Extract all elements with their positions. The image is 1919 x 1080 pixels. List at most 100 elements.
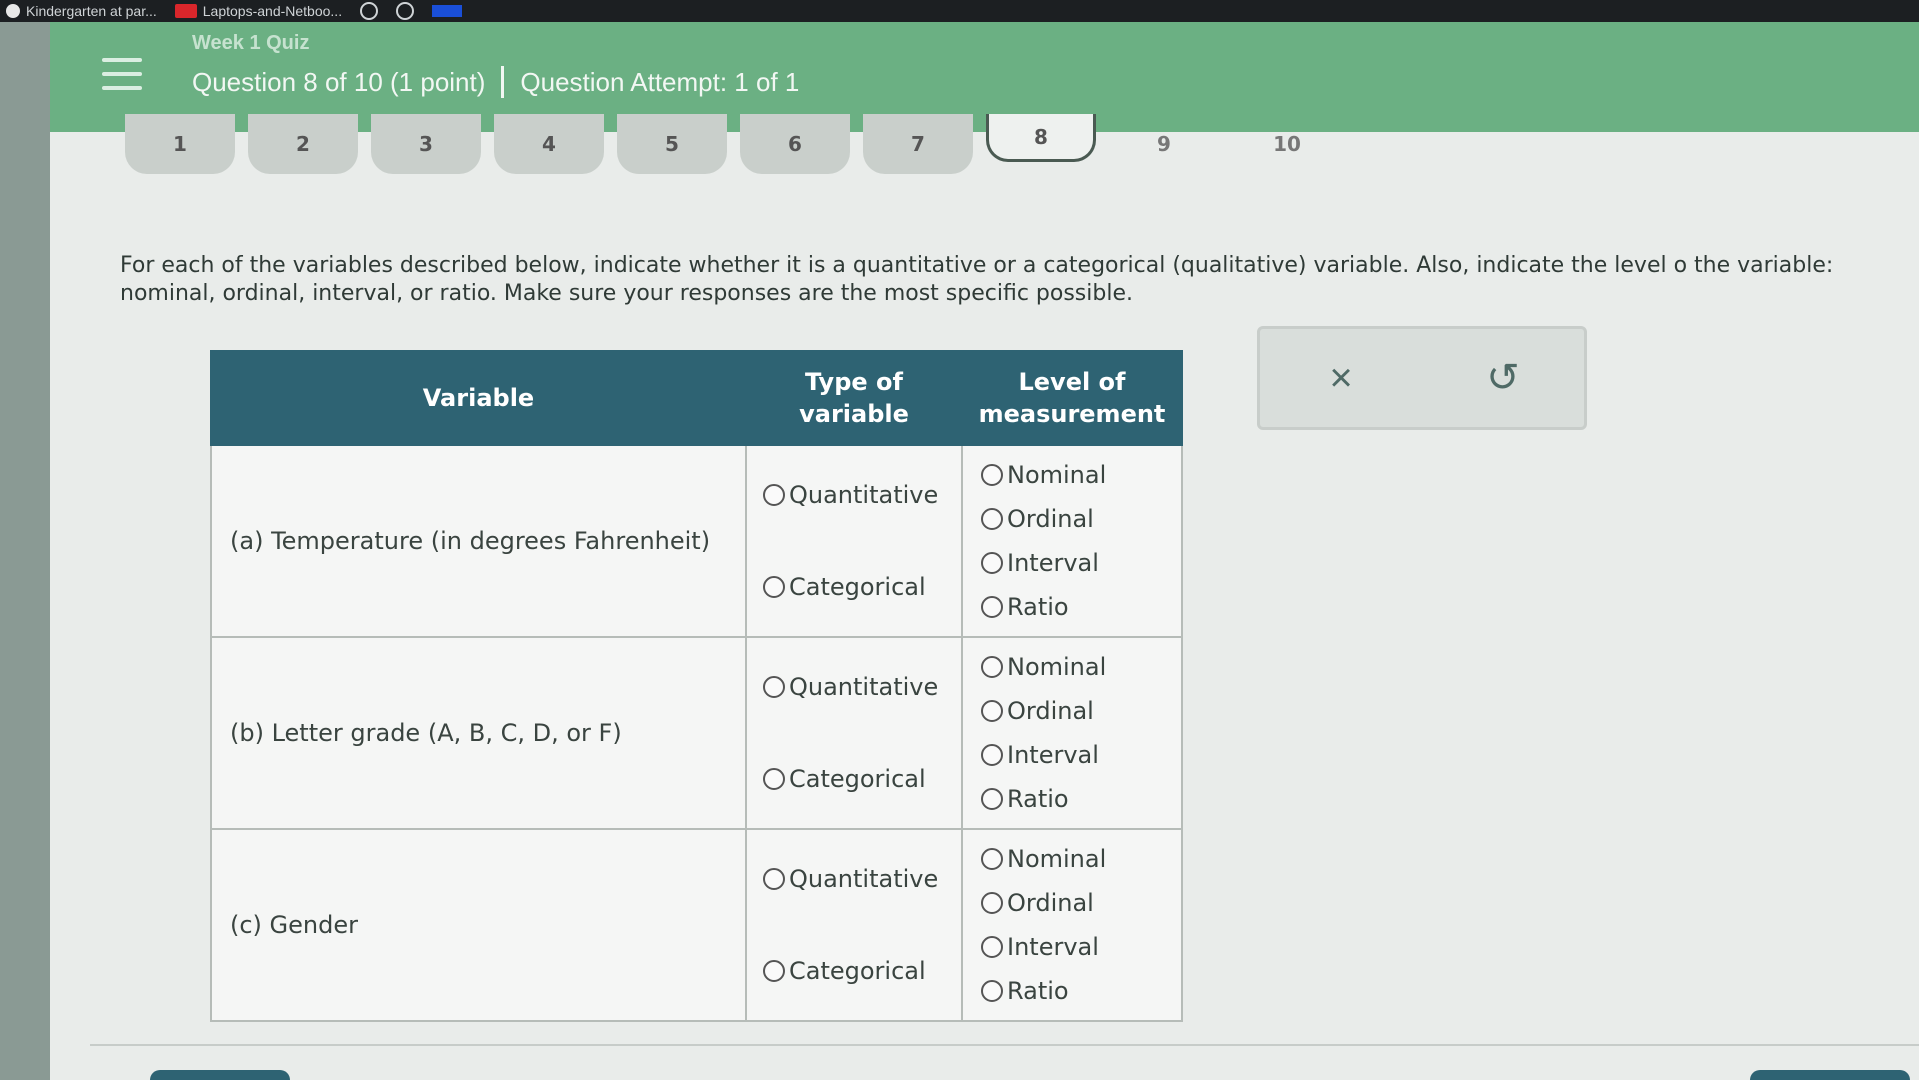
- radio-circle[interactable]: [981, 744, 1003, 766]
- radio-circle[interactable]: [981, 656, 1003, 678]
- option-label: Ratio: [1007, 593, 1069, 621]
- radio-circle[interactable]: [981, 596, 1003, 618]
- option-label: Nominal: [1007, 653, 1107, 681]
- radio-categorical[interactable]: Categorical: [747, 925, 961, 1017]
- bookmark-laptops[interactable]: Laptops-and-Netboo...: [174, 3, 343, 19]
- radio-circle[interactable]: [763, 484, 785, 506]
- radio-interval[interactable]: Interval: [963, 733, 1181, 777]
- bookmarks-bar: Kindergarten at par... Laptops-and-Netbo…: [0, 0, 1919, 22]
- question-tab-7[interactable]: 7: [863, 114, 973, 174]
- question-tab-2[interactable]: 2: [248, 114, 358, 174]
- option-label: Nominal: [1007, 461, 1107, 489]
- level-options: Nominal Ordinal Interval Ratio: [961, 444, 1183, 638]
- question-tab-4[interactable]: 4: [494, 114, 604, 174]
- variable-name: (a) Temperature (in degrees Fahrenheit): [210, 444, 747, 638]
- radio-nominal[interactable]: Nominal: [963, 837, 1181, 881]
- option-label: Categorical: [789, 957, 926, 985]
- option-label: Interval: [1007, 741, 1099, 769]
- quiz-page: Week 1 Quiz Question 8 of 10 (1 point) Q…: [50, 22, 1919, 1080]
- radio-circle[interactable]: [763, 868, 785, 890]
- radio-categorical[interactable]: Categorical: [747, 733, 961, 825]
- screen-bezel: [0, 22, 50, 1080]
- radio-categorical[interactable]: Categorical: [747, 541, 961, 633]
- divider: [501, 66, 505, 98]
- option-label: Ordinal: [1007, 505, 1094, 533]
- bookmark-label: Kindergarten at par...: [26, 3, 157, 19]
- undo-button[interactable]: ↺: [1433, 338, 1573, 418]
- question-tab-3[interactable]: 3: [371, 114, 481, 174]
- radio-interval[interactable]: Interval: [963, 925, 1181, 969]
- explanation-button[interactable]: [150, 1070, 290, 1080]
- option-label: Interval: [1007, 549, 1099, 577]
- type-options: Quantitative Categorical: [745, 636, 963, 830]
- bookmark-icon: [174, 4, 197, 18]
- radio-quantitative[interactable]: Quantitative: [747, 449, 961, 541]
- extension-icon[interactable]: [432, 5, 463, 17]
- radio-ratio[interactable]: Ratio: [963, 777, 1181, 821]
- radio-circle[interactable]: [981, 508, 1003, 530]
- radio-nominal[interactable]: Nominal: [963, 645, 1181, 689]
- radio-ratio[interactable]: Ratio: [963, 585, 1181, 629]
- question-tab-9[interactable]: 9: [1109, 114, 1219, 174]
- radio-circle[interactable]: [763, 576, 785, 598]
- close-icon: ×: [1329, 355, 1353, 400]
- table-row: (b) Letter grade (A, B, C, D, or F) Quan…: [210, 636, 1183, 830]
- clear-button[interactable]: ×: [1271, 338, 1411, 418]
- option-label: Ordinal: [1007, 697, 1094, 725]
- question-tab-8[interactable]: 8: [986, 114, 1096, 162]
- question-info: Question 8 of 10 (1 point) Question Atte…: [192, 66, 799, 98]
- radio-ordinal[interactable]: Ordinal: [963, 497, 1181, 541]
- option-label: Quantitative: [789, 673, 939, 701]
- next-button[interactable]: [1750, 1070, 1910, 1080]
- radio-ordinal[interactable]: Ordinal: [963, 881, 1181, 925]
- column-header-variable: Variable: [210, 350, 747, 446]
- radio-circle[interactable]: [981, 464, 1003, 486]
- answer-actions: × ↺: [1257, 326, 1587, 430]
- table-row: (c) Gender Quantitative Categorical Nomi…: [210, 828, 1183, 1022]
- radio-circle[interactable]: [981, 788, 1003, 810]
- radio-interval[interactable]: Interval: [963, 541, 1181, 585]
- radio-circle[interactable]: [981, 848, 1003, 870]
- radio-nominal[interactable]: Nominal: [963, 453, 1181, 497]
- extension-icon[interactable]: [360, 2, 379, 20]
- question-tab-5[interactable]: 5: [617, 114, 727, 174]
- variables-table: Variable Type of variable Level of measu…: [210, 350, 1183, 1022]
- radio-ratio[interactable]: Ratio: [963, 969, 1181, 1013]
- radio-circle[interactable]: [981, 892, 1003, 914]
- question-navigation: 1 2 3 4 5 6 7 8 9 10: [125, 114, 1919, 184]
- radio-circle[interactable]: [763, 768, 785, 790]
- question-tab-10[interactable]: 10: [1232, 114, 1342, 174]
- option-label: Ordinal: [1007, 889, 1094, 917]
- radio-circle[interactable]: [981, 552, 1003, 574]
- question-label: Question 8 of 10 (1 point): [192, 66, 486, 97]
- radio-quantitative[interactable]: Quantitative: [747, 833, 961, 925]
- extension-icon[interactable]: [396, 2, 415, 20]
- column-header-level: Level of measurement: [961, 350, 1183, 446]
- question-tab-1[interactable]: 1: [125, 114, 235, 174]
- type-options: Quantitative Categorical: [745, 828, 963, 1022]
- bookmark-kindergarten[interactable]: Kindergarten at par...: [6, 3, 157, 19]
- radio-circle[interactable]: [981, 700, 1003, 722]
- option-label: Interval: [1007, 933, 1099, 961]
- question-instructions: For each of the variables described belo…: [120, 253, 1834, 306]
- undo-icon: ↺: [1486, 356, 1520, 400]
- option-label: Categorical: [789, 573, 926, 601]
- option-label: Ratio: [1007, 785, 1069, 813]
- table-row: (a) Temperature (in degrees Fahrenheit) …: [210, 444, 1183, 638]
- hamburger-menu-icon[interactable]: [102, 58, 142, 90]
- radio-quantitative[interactable]: Quantitative: [747, 641, 961, 733]
- type-options: Quantitative Categorical: [745, 444, 963, 638]
- radio-circle[interactable]: [763, 676, 785, 698]
- attempt-label: Question Attempt: 1 of 1: [520, 66, 800, 97]
- radio-ordinal[interactable]: Ordinal: [963, 689, 1181, 733]
- radio-circle[interactable]: [981, 980, 1003, 1002]
- radio-circle[interactable]: [763, 960, 785, 982]
- question-tab-6[interactable]: 6: [740, 114, 850, 174]
- bookmark-label: Laptops-and-Netboo...: [202, 3, 343, 19]
- column-header-type: Type of variable: [745, 350, 963, 446]
- option-label: Quantitative: [789, 865, 939, 893]
- variable-name: (c) Gender: [210, 828, 747, 1022]
- quiz-title: Week 1 Quiz: [192, 32, 310, 54]
- radio-circle[interactable]: [981, 936, 1003, 958]
- option-label: Categorical: [789, 765, 926, 793]
